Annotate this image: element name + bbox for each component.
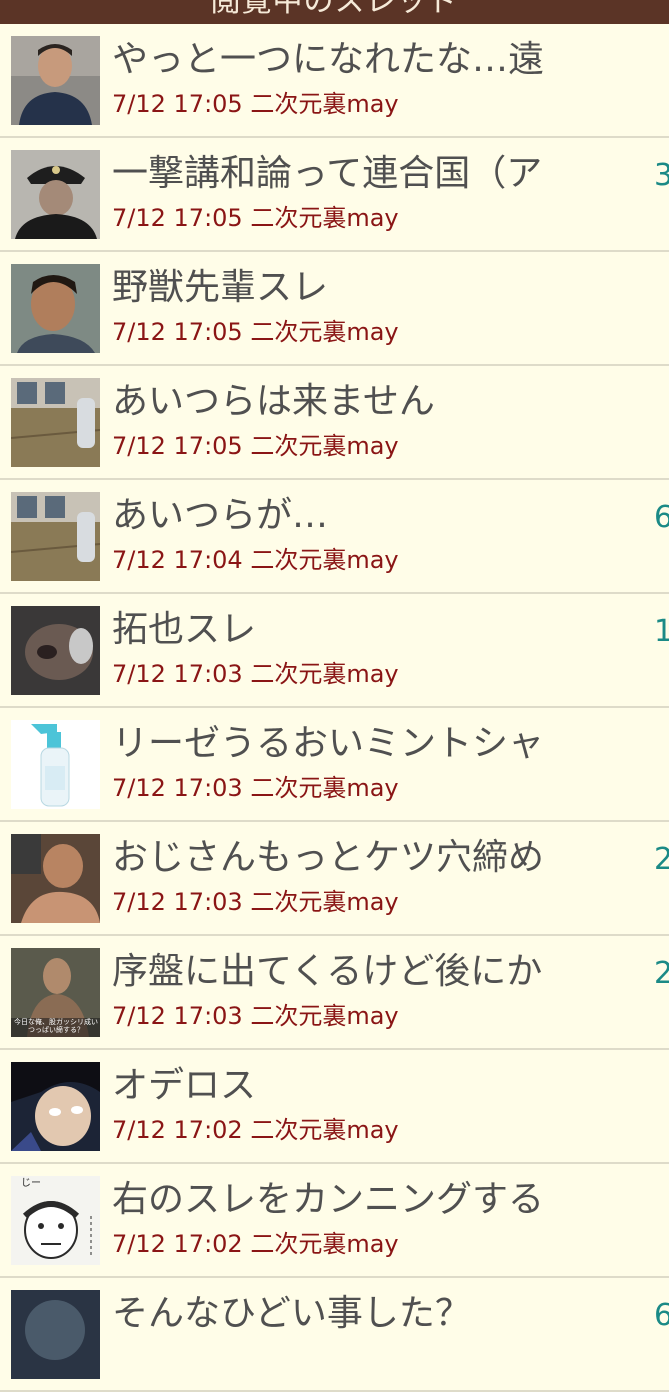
thread-date: 7/12 17:05 [112, 90, 243, 118]
header-bar: 閲覧中のスレッド [0, 0, 669, 24]
thread-title: そんなひどい事した？ [112, 1293, 471, 1334]
tatami-room-photo-icon [11, 378, 100, 467]
man-photo-icon [11, 36, 100, 125]
thread-title: あいつらは来ません [112, 381, 435, 422]
thread-title: リーゼうるおいミントシャ [112, 723, 545, 764]
thread-row[interactable]: おじさんもっとケツ穴締め 7/12 17:03 二次元裏may 2 [0, 822, 669, 936]
thread-title: あいつらが… [112, 495, 329, 536]
thread-board: 二次元裏may [250, 1116, 399, 1144]
thread-date: 7/12 17:02 [112, 1116, 243, 1144]
thread-title: オデロス [112, 1065, 257, 1106]
thread-meta: 7/12 17:03 二次元裏may [112, 658, 399, 690]
thread-date: 7/12 17:05 [112, 204, 243, 232]
spray-bottle-icon [11, 720, 100, 809]
thread-date: 7/12 17:03 [112, 888, 243, 916]
thread-board: 二次元裏may [250, 1002, 399, 1030]
tatami-room-photo-icon [11, 492, 100, 581]
thread-date: 7/12 17:05 [112, 318, 243, 346]
thread-meta: 7/12 17:03 二次元裏may [112, 772, 399, 804]
thread-board: 二次元裏may [250, 318, 399, 346]
reply-count: 1 [654, 614, 669, 650]
thread-row[interactable]: じー 右のスレをカンニングする 7/12 17:02 二次元裏may [0, 1164, 669, 1278]
thread-board: 二次元裏may [250, 90, 399, 118]
reply-count: 2 [654, 842, 669, 878]
thread-title: おじさんもっとケツ穴締め [112, 837, 545, 878]
thread-board: 二次元裏may [250, 432, 399, 460]
thread-meta: 7/12 17:05 二次元裏may [112, 430, 399, 462]
thread-row[interactable]: 野獣先輩スレ 7/12 17:05 二次元裏may [0, 252, 669, 366]
reply-count: 6 [654, 500, 669, 536]
thread-row[interactable]: オデロス 7/12 17:02 二次元裏may [0, 1050, 669, 1164]
thread-board: 二次元裏may [250, 546, 399, 574]
thread-title: 右のスレをカンニングする [112, 1179, 545, 1220]
thread-list[interactable]: やっと一つになれたな…遠 7/12 17:05 二次元裏may 一撃講和論って連… [0, 24, 669, 1392]
thread-row[interactable]: やっと一つになれたな…遠 7/12 17:05 二次元裏may [0, 24, 669, 138]
thread-row[interactable]: 拓也スレ 7/12 17:03 二次元裏may 1 [0, 594, 669, 708]
reply-count: 3 [654, 158, 669, 194]
thread-date: 7/12 17:03 [112, 774, 243, 802]
thread-title: 拓也スレ [112, 609, 257, 650]
thread-meta: 7/12 17:03 二次元裏may [112, 886, 399, 918]
naval-officer-photo-icon [11, 150, 100, 239]
thread-title: やっと一つになれたな…遠 [112, 39, 545, 80]
reply-count: 6 [654, 1298, 669, 1334]
thread-meta: 7/12 17:02 二次元裏may [112, 1114, 399, 1146]
thread-meta: 7/12 17:05 二次元裏may [112, 316, 399, 348]
thread-board: 二次元裏may [250, 1230, 399, 1258]
face-closeup-photo-icon [11, 606, 100, 695]
thread-board: 二次元裏may [250, 888, 399, 916]
man-face-photo-icon [11, 264, 100, 353]
thread-date: 7/12 17:05 [112, 432, 243, 460]
thumb-caption: 今日な俺、股ガッシリ成い つっぱい締する？ [14, 1018, 98, 1034]
thread-row[interactable]: リーゼうるおいミントシャ 7/12 17:03 二次元裏may [0, 708, 669, 822]
thread-title: 一撃講和論って連合国（ア [112, 153, 543, 194]
thread-board: 二次元裏may [250, 774, 399, 802]
thread-row[interactable]: あいつらは来ません 7/12 17:05 二次元裏may [0, 366, 669, 480]
man-caption-photo-icon: 今日な俺、股ガッシリ成い つっぱい締する？ [11, 948, 100, 1037]
thread-meta: 7/12 17:05 二次元裏may [112, 88, 399, 120]
thread-meta: 7/12 17:02 二次元裏may [112, 1228, 399, 1260]
anime-face-icon [11, 1062, 100, 1151]
manga-face-icon: じー [11, 1176, 100, 1265]
thread-row[interactable]: そんなひどい事した？ 6 [0, 1278, 669, 1392]
thread-row[interactable]: 一撃講和論って連合国（ア 7/12 17:05 二次元裏may 3 [0, 138, 669, 252]
thumb-caption: じー [21, 1178, 41, 1189]
anime-face-icon [11, 1290, 100, 1379]
thread-meta: 7/12 17:03 二次元裏may [112, 1000, 399, 1032]
thread-board: 二次元裏may [250, 204, 399, 232]
thread-meta: 7/12 17:04 二次元裏may [112, 544, 399, 576]
thread-board: 二次元裏may [250, 660, 399, 688]
thread-title: 序盤に出てくるけど後にか [112, 951, 543, 992]
thread-row[interactable]: あいつらが… 7/12 17:04 二次元裏may 6 [0, 480, 669, 594]
page-title: 閲覧中のスレッド [210, 0, 459, 19]
man-photo-icon [11, 834, 100, 923]
reply-count: 2 [654, 956, 669, 992]
thread-date: 7/12 17:04 [112, 546, 243, 574]
thread-meta: 7/12 17:05 二次元裏may [112, 202, 399, 234]
thread-date: 7/12 17:03 [112, 660, 243, 688]
thread-date: 7/12 17:03 [112, 1002, 243, 1030]
thread-row[interactable]: 今日な俺、股ガッシリ成い つっぱい締する？ 序盤に出てくるけど後にか 7/12 … [0, 936, 669, 1050]
thread-title: 野獣先輩スレ [112, 267, 329, 308]
thread-date: 7/12 17:02 [112, 1230, 243, 1258]
